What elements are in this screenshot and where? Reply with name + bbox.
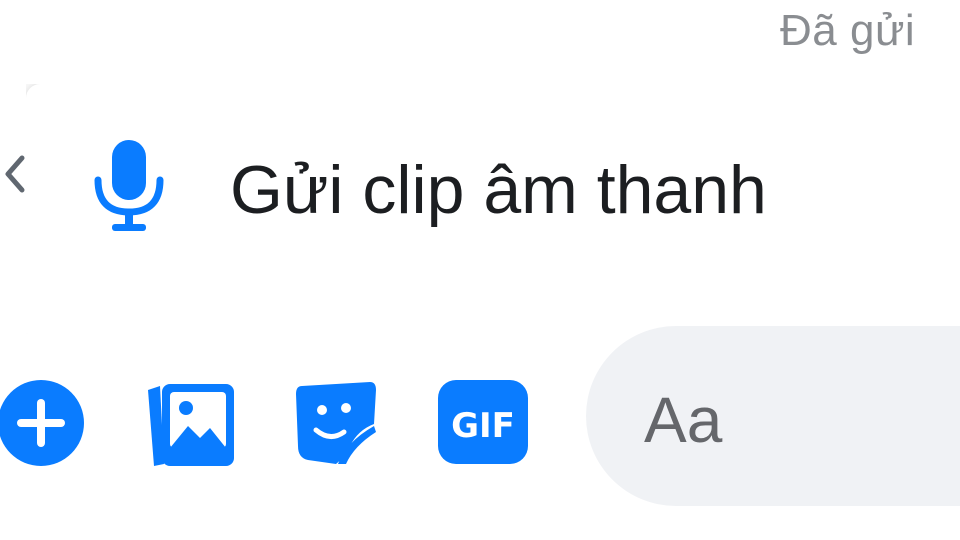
microphone-icon (94, 140, 164, 231)
sticker-icon[interactable] (294, 380, 378, 466)
plus-circle-icon[interactable] (0, 378, 86, 468)
tooltip-label: Gửi clip âm thanh (230, 152, 767, 228)
message-input-placeholder: Aa (644, 384, 723, 456)
gif-icon[interactable]: GIF (438, 380, 528, 464)
message-sent-status: Đã gửi (780, 6, 916, 55)
photo-icon[interactable] (146, 380, 236, 470)
chat-composer-area: Đã gửi Gửi clip âm thanh GIF Aa (0, 0, 960, 540)
svg-text:GIF: GIF (451, 406, 515, 446)
message-input[interactable]: Aa (586, 326, 960, 506)
chevron-left-icon[interactable] (0, 150, 28, 198)
